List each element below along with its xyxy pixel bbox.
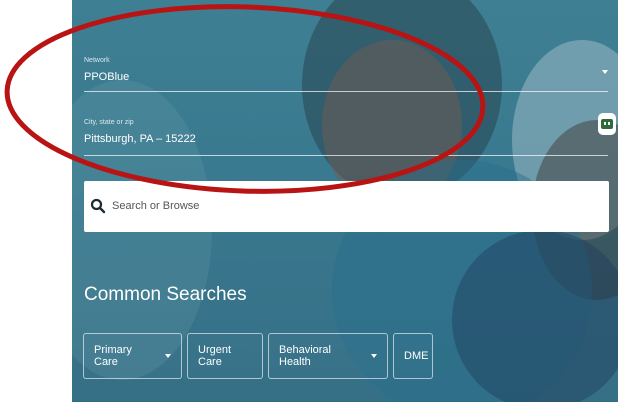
network-label: Network bbox=[84, 57, 110, 64]
chevron-down-icon bbox=[371, 354, 377, 358]
chip-primary-care[interactable]: Primary Care bbox=[83, 333, 182, 379]
chip-label: Primary Care bbox=[94, 344, 132, 368]
chip-label: Behavioral Health bbox=[279, 344, 331, 368]
search-icon[interactable] bbox=[90, 198, 106, 214]
chevron-down-icon bbox=[165, 354, 171, 358]
location-underline bbox=[84, 155, 608, 156]
network-value[interactable]: PPOBlue bbox=[84, 71, 129, 83]
location-value[interactable]: Pittsburgh, PA – 15222 bbox=[84, 133, 196, 145]
chevron-down-icon[interactable] bbox=[602, 70, 608, 74]
search-input[interactable] bbox=[112, 197, 592, 215]
chip-behavioral-health[interactable]: Behavioral Health bbox=[268, 333, 388, 379]
common-searches-title: Common Searches bbox=[84, 284, 247, 305]
chat-robot-face bbox=[601, 119, 613, 129]
chip-label: Urgent Care bbox=[198, 344, 232, 368]
network-underline bbox=[84, 91, 608, 92]
search-box[interactable] bbox=[84, 181, 609, 232]
chip-dme[interactable]: DME bbox=[393, 333, 433, 379]
location-label: City, state or zip bbox=[84, 119, 134, 126]
hero-banner: Network PPOBlue City, state or zip Pitts… bbox=[72, 0, 618, 402]
chip-label: DME bbox=[404, 350, 429, 362]
chip-urgent-care[interactable]: Urgent Care bbox=[187, 333, 263, 379]
chat-robot-icon[interactable] bbox=[598, 113, 616, 135]
